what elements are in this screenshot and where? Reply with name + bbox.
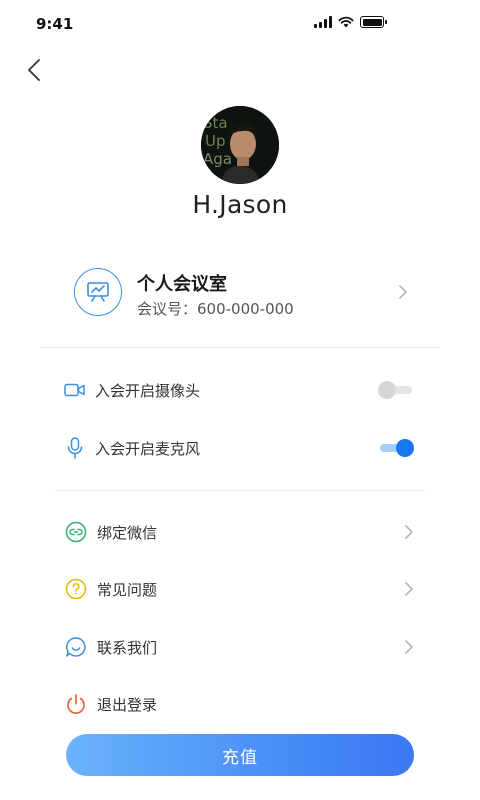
room-number: 会议号：600-000-000 — [137, 300, 294, 318]
power-icon — [64, 692, 88, 716]
avatar-text-1: Sta — [203, 114, 228, 132]
video-camera-icon — [64, 379, 86, 401]
faq-label: 常见问题 — [97, 580, 158, 599]
microphone-on-join-row: 入会开启麦克风 — [64, 428, 416, 468]
chevron-right-icon — [405, 525, 413, 539]
battery-icon — [360, 16, 387, 28]
chat-bubble-icon — [64, 635, 88, 659]
personal-meeting-room-card[interactable]: 个人会议室 会议号：600-000-000 — [40, 256, 440, 348]
status-icons — [314, 16, 387, 28]
camera-on-join-toggle[interactable] — [378, 380, 414, 400]
avatar-photo: Sta Up Aga — [201, 106, 279, 184]
contact-us-label: 联系我们 — [97, 638, 158, 657]
chevron-right-icon — [405, 582, 413, 596]
avatar-text-2: Up — [205, 132, 226, 150]
divider — [40, 347, 440, 348]
camera-on-join-label: 入会开启摄像头 — [95, 381, 201, 400]
status-time: 9:41 — [36, 15, 74, 33]
avatar: Sta Up Aga — [201, 106, 279, 184]
chevron-right-icon — [405, 640, 413, 654]
microphone-on-join-toggle[interactable] — [378, 438, 414, 458]
presentation-board-icon — [87, 282, 109, 302]
link-icon — [64, 520, 88, 544]
microphone-icon — [64, 437, 86, 459]
logout-item[interactable]: 退出登录 — [64, 684, 416, 724]
question-circle-icon — [64, 577, 88, 601]
contact-us-item[interactable]: 联系我们 — [64, 627, 416, 667]
bind-wechat-item[interactable]: 绑定微信 — [64, 512, 416, 552]
room-title: 个人会议室 — [137, 274, 227, 295]
camera-on-join-row: 入会开启摄像头 — [64, 370, 416, 410]
room-icon-circle — [74, 268, 122, 316]
logout-label: 退出登录 — [97, 695, 158, 714]
chevron-right-icon — [399, 285, 407, 299]
cellular-signal-icon — [314, 16, 332, 28]
faq-item[interactable]: 常见问题 — [64, 569, 416, 609]
status-bar: 9:41 — [0, 0, 480, 48]
microphone-on-join-label: 入会开启麦克风 — [95, 439, 201, 458]
divider — [54, 490, 426, 491]
back-button[interactable] — [20, 56, 48, 84]
avatar-text-3: Aga — [203, 150, 232, 168]
bind-wechat-label: 绑定微信 — [97, 523, 158, 542]
username: H.Jason — [192, 190, 288, 219]
recharge-button[interactable]: 充值 — [66, 734, 414, 776]
chevron-left-icon — [28, 59, 40, 81]
wifi-icon — [338, 16, 354, 28]
